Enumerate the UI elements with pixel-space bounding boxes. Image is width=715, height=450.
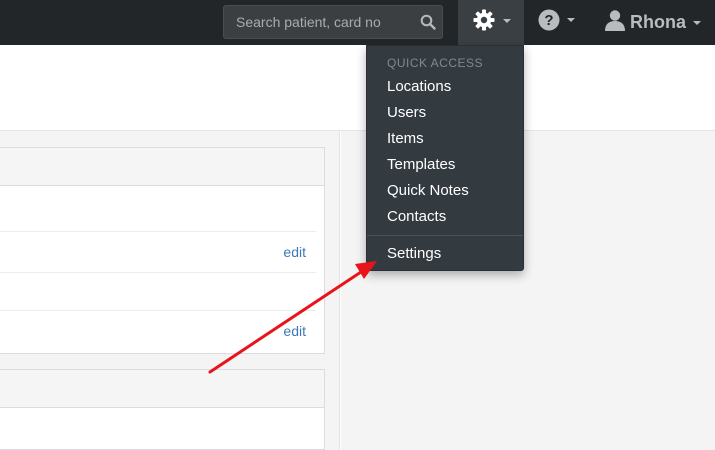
menu-item-quick-notes[interactable]: Quick Notes	[387, 182, 469, 199]
list-item: edit	[0, 311, 316, 353]
edit-link[interactable]: edit	[283, 244, 306, 260]
user-menu-toggle[interactable]: Rhona	[598, 0, 715, 45]
search-input[interactable]	[224, 6, 414, 38]
user-icon	[605, 10, 625, 31]
search-box	[223, 5, 443, 39]
menu-item-users[interactable]: Users	[387, 104, 426, 121]
chevron-down-icon	[567, 18, 575, 22]
panel-heading	[0, 370, 324, 408]
chevron-down-icon	[693, 21, 701, 25]
settings-menu-toggle[interactable]	[458, 0, 524, 45]
gear-icon	[473, 9, 495, 31]
top-navbar: ? Rhona	[0, 0, 715, 45]
menu-item-templates[interactable]: Templates	[387, 156, 455, 173]
question-circle-icon: ?	[538, 9, 560, 31]
svg-text:?: ?	[544, 12, 553, 29]
divider	[367, 235, 523, 236]
edit-link[interactable]: edit	[283, 323, 306, 339]
list-item: edit	[0, 232, 316, 273]
menu-item-contacts[interactable]: Contacts	[387, 208, 446, 225]
page-header	[0, 47, 715, 131]
menu-item-items[interactable]: Items	[387, 130, 424, 147]
info-panel: edit edit	[0, 147, 325, 354]
chevron-down-icon	[503, 19, 511, 23]
quick-access-dropdown: QUICK ACCESS Locations Users Items Templ…	[366, 45, 524, 271]
help-menu-toggle[interactable]: ?	[530, 0, 588, 45]
dropdown-header: QUICK ACCESS	[387, 56, 484, 70]
list-item	[0, 273, 316, 311]
list-item	[0, 186, 316, 232]
panel-heading	[0, 148, 324, 186]
search-icon[interactable]	[420, 14, 436, 30]
user-name: Rhona	[630, 12, 686, 32]
menu-item-locations[interactable]: Locations	[387, 78, 451, 95]
info-panel	[0, 369, 325, 450]
menu-item-settings[interactable]: Settings	[387, 245, 441, 262]
